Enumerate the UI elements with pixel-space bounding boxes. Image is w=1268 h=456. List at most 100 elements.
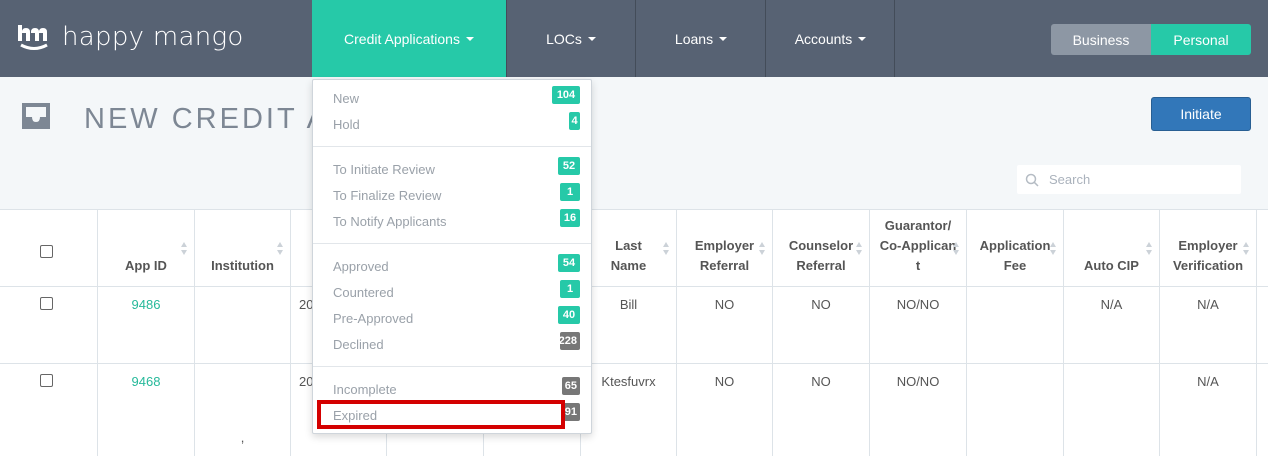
cell-institution: ,	[195, 364, 291, 456]
initiate-button[interactable]: Initiate	[1151, 97, 1251, 131]
column-header-label: Fee	[1003, 258, 1027, 273]
cell-auto-cip	[1064, 364, 1160, 456]
applications-table: App ID Institution Last Name Employer Re…	[0, 209, 1268, 456]
nav-loans-label: Loans	[674, 30, 714, 47]
cell-application-fee	[967, 364, 1064, 456]
inbox-icon	[22, 103, 50, 129]
column-header-label: Employer	[694, 238, 755, 253]
menu-item-pre-approved[interactable]: Pre-Approved	[333, 311, 413, 326]
table-row-select	[0, 287, 98, 364]
sort-icon	[181, 242, 188, 256]
chevron-down-icon	[587, 36, 596, 41]
menu-item-to-initiate-review[interactable]: To Initiate Review	[333, 162, 435, 177]
column-header-label: Employer	[1178, 238, 1238, 253]
column-header-institution[interactable]: Institution	[195, 210, 291, 287]
personal-toggle-button[interactable]: Personal	[1151, 24, 1251, 55]
column-header-employer-referral[interactable]: Employer Referral	[677, 210, 773, 287]
column-header-label: App ID	[125, 258, 167, 273]
column-header-label: Application	[979, 238, 1051, 253]
column-header-label: Guarantor/	[884, 218, 952, 233]
cell-employer-verification: N/A	[1160, 287, 1257, 364]
menu-item-to-finalize-review[interactable]: To Finalize Review	[333, 188, 441, 203]
app-id-link[interactable]: 9468	[98, 364, 195, 456]
sort-icon	[759, 242, 766, 256]
menu-item-countered[interactable]: Countered	[333, 285, 394, 300]
brand-logo[interactable]: happy mango	[18, 22, 244, 52]
chevron-down-icon	[465, 36, 474, 41]
column-header-label: Referral	[699, 258, 750, 273]
expired-highlight-box	[317, 400, 565, 429]
business-toggle-button[interactable]: Business	[1051, 24, 1151, 55]
cell-institution	[195, 287, 291, 364]
menu-item-to-notify-applicants[interactable]: To Notify Applicants	[333, 214, 446, 229]
cell-overflow	[1257, 364, 1268, 456]
brand-name: happy mango	[62, 22, 244, 52]
cell-last-name: Ktesfuvrx	[581, 364, 677, 456]
column-header-auto-cip[interactable]: Auto CIP	[1064, 210, 1160, 287]
table-row-select	[0, 364, 98, 456]
search-box	[1017, 165, 1241, 194]
sort-icon	[953, 242, 960, 256]
select-all-header	[0, 210, 98, 287]
column-header-label: Referral	[796, 258, 846, 273]
cell-application-fee	[967, 287, 1064, 364]
cell-employer-referral: NO	[677, 287, 773, 364]
column-header-guarantor[interactable]: Guarantor/ Co-Applican t	[870, 210, 967, 287]
row-checkbox[interactable]	[40, 297, 53, 310]
page-title: NEW CREDIT A	[84, 103, 329, 135]
cell-counselor-referral: NO	[773, 287, 870, 364]
count-badge: 52	[558, 157, 580, 175]
count-badge: 40	[558, 306, 580, 324]
menu-item-incomplete[interactable]: Incomplete	[333, 382, 397, 397]
sort-icon	[663, 242, 670, 256]
nav-locs[interactable]: LOCs	[506, 0, 636, 77]
column-header-label: Last	[615, 238, 642, 253]
column-header-counselor-referral[interactable]: Counselor Referral	[773, 210, 870, 287]
chevron-down-icon	[719, 36, 728, 41]
cell-overflow	[1257, 287, 1268, 364]
column-header-app-id[interactable]: App ID	[98, 210, 195, 287]
menu-divider	[313, 366, 591, 367]
credit-applications-dropdown: New 104 Hold 4 To Initiate Review 52 To …	[312, 79, 592, 434]
menu-divider	[313, 146, 591, 147]
menu-item-hold[interactable]: Hold	[333, 117, 360, 132]
column-header-label: Auto CIP	[1084, 258, 1139, 273]
cell-employer-referral: NO	[677, 364, 773, 456]
nav-locs-label: LOCs	[546, 30, 582, 47]
menu-item-approved[interactable]: Approved	[333, 259, 389, 274]
count-badge: 54	[558, 254, 580, 272]
nav-accounts-label: Accounts	[794, 30, 853, 47]
select-all-checkbox[interactable]	[40, 245, 53, 258]
count-badge: 104	[552, 86, 580, 104]
column-header-label: Verification	[1172, 258, 1244, 273]
column-header-employer-verification[interactable]: Employer Verification	[1160, 210, 1257, 287]
sort-icon	[1146, 242, 1153, 256]
count-badge: 16	[560, 209, 580, 227]
column-header-label: t	[915, 258, 921, 273]
column-header-last-name[interactable]: Last Name	[581, 210, 677, 287]
nav-credit-applications[interactable]: Credit Applications	[312, 0, 506, 77]
cell-guarantor: NO/NO	[870, 287, 967, 364]
row-checkbox[interactable]	[40, 374, 53, 387]
column-header-label: Co-Applican	[879, 238, 957, 253]
sort-icon	[856, 242, 863, 256]
menu-item-new[interactable]: New	[333, 91, 359, 106]
count-badge: 1	[560, 183, 580, 201]
nav-accounts[interactable]: Accounts	[767, 0, 895, 77]
menu-item-declined[interactable]: Declined	[333, 337, 384, 352]
nav-loans[interactable]: Loans	[637, 0, 766, 77]
chevron-down-icon	[858, 36, 867, 41]
search-input[interactable]	[1049, 172, 1229, 187]
column-header-label: Institution	[211, 258, 274, 273]
menu-divider	[313, 243, 591, 244]
app-id-link[interactable]: 9486	[98, 287, 195, 364]
sort-icon	[1243, 242, 1250, 256]
column-header-application-fee[interactable]: Application Fee	[967, 210, 1064, 287]
count-badge: 228	[560, 332, 580, 350]
cell-auto-cip: N/A	[1064, 287, 1160, 364]
business-personal-toggle: Business Personal	[1051, 24, 1251, 55]
sort-icon	[277, 242, 284, 256]
count-badge: 65	[562, 377, 580, 395]
search-icon	[1025, 173, 1039, 187]
column-header-label: Counselor	[788, 238, 854, 253]
